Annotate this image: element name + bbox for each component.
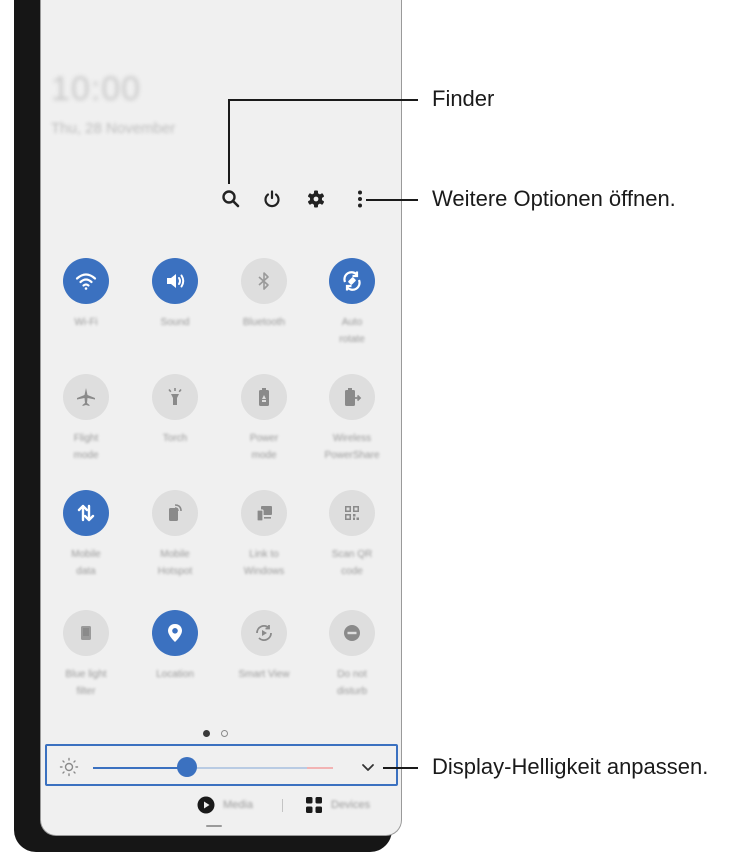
more-options-callout-line <box>366 199 418 201</box>
tile-smart-view[interactable]: Smart View <box>219 610 309 683</box>
devices-label: Devices <box>331 799 371 811</box>
tile-sound[interactable]: Sound <box>130 258 220 331</box>
tile-flight-mode[interactable]: Flight mode <box>41 374 131 464</box>
blue-light-icon <box>63 610 109 656</box>
chevron-down-icon[interactable] <box>359 758 377 781</box>
brightness-bar <box>45 744 398 786</box>
battery-icon <box>241 374 287 420</box>
tile-label: Smart View <box>238 669 290 680</box>
devices-button[interactable]: Devices <box>305 796 370 814</box>
data-arrows-icon <box>63 490 109 536</box>
media-button[interactable]: Media <box>197 796 253 814</box>
search-icon <box>222 190 240 208</box>
tile-torch[interactable]: Torch <box>130 374 220 447</box>
hotspot-icon <box>152 490 198 536</box>
date: Thu, 28 November <box>51 120 176 137</box>
tile-label: Mobile Hotspot <box>157 549 193 577</box>
tile-label: Do not disturb <box>336 669 367 697</box>
quick-panel: 10:00 Thu, 28 November Wi-Fi Sound Bluet… <box>40 0 402 836</box>
finder-callout-line-horizontal <box>228 99 418 101</box>
tile-wireless-powershare[interactable]: Wireless PowerShare <box>307 374 397 464</box>
page-dot-active <box>203 730 210 737</box>
battery-share-icon <box>329 374 375 420</box>
brightness-callout-line <box>383 767 418 769</box>
brightness-track <box>186 767 307 769</box>
tile-label: Link to Windows <box>243 549 285 577</box>
bluetooth-icon <box>241 258 287 304</box>
tile-auto-rotate[interactable]: Auto rotate <box>307 258 397 348</box>
tile-label: Location <box>156 669 194 680</box>
wifi-icon <box>63 258 109 304</box>
tile-label: Power mode <box>249 433 279 461</box>
power-icon <box>264 190 280 208</box>
flashlight-icon <box>152 374 198 420</box>
tile-label: Scan QR code <box>331 549 373 577</box>
tile-label: Wi-Fi <box>74 317 98 328</box>
drag-handle[interactable] <box>206 825 222 827</box>
tile-label: Auto rotate <box>339 317 365 345</box>
more-options-callout: Weitere Optionen öffnen. <box>432 186 676 211</box>
tile-mobile-data[interactable]: Mobile data <box>41 490 131 580</box>
tile-link-to-windows[interactable]: Link to Windows <box>219 490 309 580</box>
power-button[interactable] <box>257 184 287 214</box>
tile-label: Flight mode <box>73 433 99 461</box>
tile-bluetooth[interactable]: Bluetooth <box>219 258 309 331</box>
search-button[interactable] <box>216 184 246 214</box>
finder-callout: Finder <box>432 86 495 111</box>
play-circle-icon <box>197 796 215 814</box>
tile-label: Sound <box>160 317 190 328</box>
smart-view-icon <box>241 610 287 656</box>
sun-icon <box>59 757 79 782</box>
tile-scan-qr-code[interactable]: Scan QR code <box>307 490 397 580</box>
rotate-icon <box>329 258 375 304</box>
phone-frame: 10:00 Thu, 28 November Wi-Fi Sound Bluet… <box>14 0 402 852</box>
tile-do-not-disturb[interactable]: Do not disturb <box>307 610 397 700</box>
brightness-callout: Display-Helligkeit anpassen. <box>432 754 709 779</box>
tile-mobile-hotspot[interactable]: Mobile Hotspot <box>130 490 220 580</box>
brightness-track-filled <box>93 767 187 769</box>
airplane-icon <box>63 374 109 420</box>
media-label: Media <box>223 799 253 811</box>
tile-blue-light-filter[interactable]: Blue light filter <box>41 610 131 700</box>
tile-location[interactable]: Location <box>130 610 220 683</box>
do-not-disturb-icon <box>329 610 375 656</box>
page-dot <box>221 730 228 737</box>
tile-label: Mobile data <box>71 549 101 577</box>
settings-button[interactable] <box>301 184 331 214</box>
tile-label: Wireless PowerShare <box>324 433 380 461</box>
brightness-thumb[interactable] <box>176 757 197 777</box>
link-windows-icon <box>241 490 287 536</box>
qr-code-icon <box>329 490 375 536</box>
brightness-track-high <box>307 767 333 769</box>
clock: 10:00 <box>51 70 142 108</box>
divider <box>282 799 283 812</box>
location-pin-icon <box>152 610 198 656</box>
finder-callout-line-vertical <box>228 99 230 184</box>
devices-grid-icon <box>306 797 322 813</box>
speaker-icon <box>152 258 198 304</box>
gear-icon <box>308 190 324 208</box>
tile-wifi[interactable]: Wi-Fi <box>41 258 131 331</box>
tile-power-mode[interactable]: Power mode <box>219 374 309 464</box>
tile-label: Bluetooth <box>242 317 286 328</box>
tile-label: Blue light filter <box>65 669 107 697</box>
tile-label: Torch <box>162 433 188 444</box>
